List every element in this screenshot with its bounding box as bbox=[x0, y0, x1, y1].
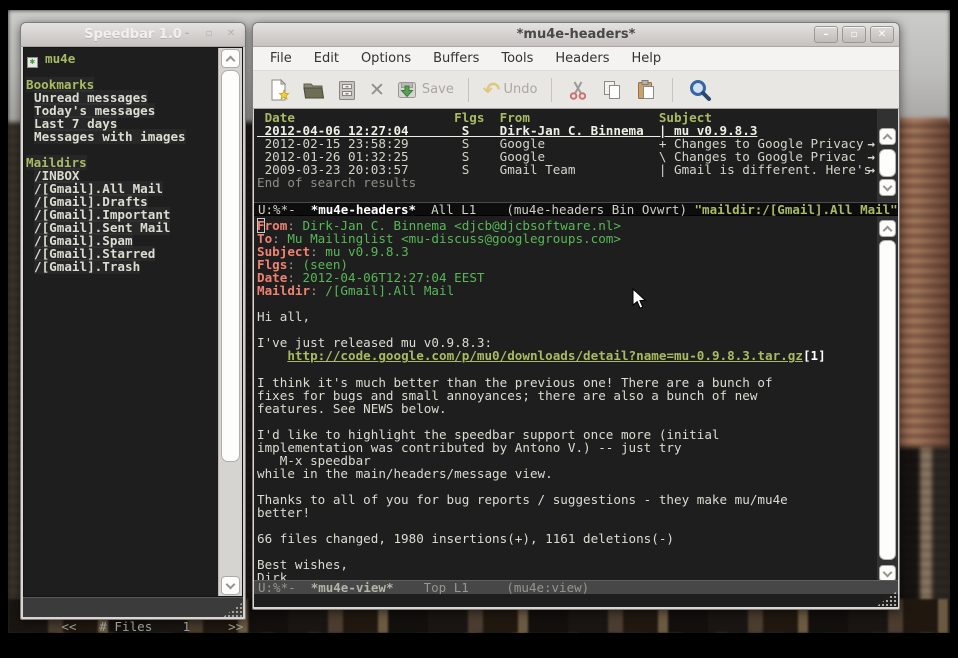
message-line bbox=[257, 297, 877, 310]
resize-grip[interactable] bbox=[223, 602, 243, 617]
emacs-frame-body: Date Flgs From Subject 2012-04-06 12:27:… bbox=[254, 109, 898, 607]
message-line: Dirk. bbox=[257, 571, 877, 580]
menu-options[interactable]: Options bbox=[350, 47, 422, 70]
view-scrollbar-thumb[interactable] bbox=[879, 240, 896, 560]
emacs-window-title: *mu4e-headers* bbox=[253, 27, 899, 42]
speedbar-line-label: Messages with images bbox=[34, 129, 186, 144]
save-label: Save bbox=[422, 82, 454, 97]
headers-rows: 2012-04-06 12:27:04 S Dirk-Jan C. Binnem… bbox=[257, 124, 877, 176]
emacs-window-controls: – ▫ ✕ bbox=[814, 26, 894, 43]
speedbar-content: ✱mu4eBookmarksUnread messagesToday's mes… bbox=[23, 47, 243, 597]
echo-area[interactable] bbox=[254, 594, 898, 607]
speedbar-line[interactable]: ✱ mu4e bbox=[26, 52, 216, 65]
menu-headers[interactable]: Headers bbox=[544, 47, 620, 70]
undo-icon: ↶ bbox=[483, 79, 501, 101]
close-button[interactable]: ✕ bbox=[870, 26, 894, 43]
mouse-cursor bbox=[632, 288, 648, 310]
undo-button[interactable]: ↶ Undo bbox=[481, 77, 540, 103]
scrollbar-thumb[interactable] bbox=[221, 70, 240, 462]
paste-button[interactable] bbox=[632, 76, 660, 104]
speedbar-status-text: << # Files 1 >> bbox=[61, 619, 243, 634]
wallpaper-building-right bbox=[892, 118, 950, 448]
speedbar-line-label: mu4e bbox=[45, 51, 75, 66]
message-line: features. See NEWS below. bbox=[257, 402, 877, 415]
close-buffer-button[interactable]: ✕ bbox=[367, 77, 387, 103]
speedbar-line[interactable]: /[Gmail].Trash bbox=[26, 260, 216, 273]
speedbar-node-icon: ✱ bbox=[27, 57, 38, 68]
toolbar-separator bbox=[468, 78, 469, 102]
menu-buffers[interactable]: Buffers bbox=[422, 47, 490, 70]
paste-icon bbox=[634, 78, 658, 102]
menu-help[interactable]: Help bbox=[621, 47, 673, 70]
maximize-button[interactable]: ▫ bbox=[200, 26, 218, 43]
message-line: better! bbox=[257, 506, 877, 519]
speedbar-line-label: /[Gmail].Trash bbox=[34, 259, 140, 274]
scroll-down-button[interactable] bbox=[221, 576, 240, 595]
cut-scissors-icon bbox=[566, 78, 590, 102]
speedbar-window: Speedbar 1.0 – ▫ ✕ ✱mu4eBookmarksUnread … bbox=[20, 22, 246, 620]
headers-scroll-up-button[interactable] bbox=[879, 128, 896, 145]
header-row-text: 2009-03-23 20:03:57 S Gmail Team | Gmail… bbox=[257, 163, 877, 176]
scrollbar-column[interactable] bbox=[877, 109, 898, 607]
header-row[interactable]: 2009-03-23 20:03:57 S Gmail Team | Gmail… bbox=[257, 163, 877, 176]
headers-modeline: U:%*- *mu4e-headers* All L1 (mu4e-header… bbox=[254, 202, 898, 216]
copy-icon bbox=[600, 78, 624, 102]
truncation-arrow-icon: → bbox=[867, 163, 875, 176]
save-button[interactable]: Save bbox=[393, 76, 456, 104]
menu-file[interactable]: File bbox=[259, 47, 303, 70]
message-line: 66 files changed, 1980 insertions(+), 11… bbox=[257, 532, 877, 545]
save-icon bbox=[395, 78, 419, 102]
speedbar-titlebar[interactable]: Speedbar 1.0 – ▫ ✕ bbox=[21, 23, 245, 47]
toolbar: ✕ Save ↶ Undo bbox=[253, 71, 899, 109]
open-folder-button[interactable] bbox=[299, 76, 327, 104]
message-line: Subject: mu v0.9.8.3 bbox=[257, 245, 877, 258]
message-line: Maildir: /[Gmail].All Mail bbox=[257, 284, 877, 297]
emacs-window: *mu4e-headers* – ▫ ✕ FileEditOptionsBuff… bbox=[252, 22, 900, 610]
message-line: Thanks to all of you for bug reports / s… bbox=[257, 493, 877, 506]
undo-label: Undo bbox=[503, 82, 537, 97]
headers-scroll-down-button[interactable] bbox=[879, 179, 896, 196]
menu-bar: FileEditOptionsBuffersToolsHeadersHelp bbox=[253, 47, 899, 71]
new-file-button[interactable] bbox=[265, 76, 293, 104]
scroll-up-button[interactable] bbox=[221, 49, 240, 68]
search-magnifier-icon bbox=[687, 77, 713, 103]
message-line: Hi all, bbox=[257, 310, 877, 323]
message-view-pane[interactable]: From: Dirk-Jan C. Binnema <djcb@djcbsoft… bbox=[254, 216, 877, 580]
cut-button[interactable] bbox=[564, 76, 592, 104]
menu-edit[interactable]: Edit bbox=[303, 47, 350, 70]
message-line: http://code.google.com/p/mu0/downloads/d… bbox=[257, 349, 877, 362]
speedbar-tree: ✱mu4eBookmarksUnread messagesToday's mes… bbox=[26, 52, 216, 596]
search-button[interactable] bbox=[685, 75, 715, 105]
toolbar-separator bbox=[672, 78, 673, 102]
message-line: Best wishes, bbox=[257, 558, 877, 571]
close-button[interactable]: ✕ bbox=[222, 26, 240, 43]
speedbar-scrollbar[interactable] bbox=[218, 48, 242, 596]
message-link[interactable]: http://code.google.com/p/mu0/downloads/d… bbox=[287, 348, 803, 363]
message-line bbox=[257, 545, 877, 558]
headers-scrollbar-thumb[interactable] bbox=[879, 149, 896, 177]
end-of-search-text: End of search results bbox=[257, 176, 877, 189]
speedbar-window-controls: – ▫ ✕ bbox=[178, 26, 240, 43]
headers-pane[interactable]: Date Flgs From Subject 2012-04-06 12:27:… bbox=[254, 109, 877, 202]
copy-button[interactable] bbox=[598, 76, 626, 104]
open-folder-icon bbox=[301, 78, 325, 102]
message-line: while in the main/headers/message view. bbox=[257, 467, 877, 480]
minimize-button[interactable]: – bbox=[178, 26, 196, 43]
toolbar-separator bbox=[551, 78, 552, 102]
view-modeline: U:%*- *mu4e-view* Top L1 (mu4e:view) bbox=[254, 580, 898, 594]
minimize-button[interactable]: – bbox=[814, 26, 838, 43]
maximize-button[interactable]: ▫ bbox=[842, 26, 866, 43]
speedbar-statusbar: << # Files 1 >> bbox=[23, 597, 243, 617]
menu-tools[interactable]: Tools bbox=[490, 47, 544, 70]
close-x-icon: ✕ bbox=[369, 79, 385, 101]
file-cabinet-icon bbox=[335, 78, 359, 102]
emacs-titlebar[interactable]: *mu4e-headers* – ▫ ✕ bbox=[253, 23, 899, 47]
speedbar-line[interactable]: Messages with images bbox=[26, 130, 216, 143]
new-file-icon bbox=[267, 78, 291, 102]
file-cabinet-button[interactable] bbox=[333, 76, 361, 104]
view-scroll-up-button[interactable] bbox=[879, 220, 896, 237]
